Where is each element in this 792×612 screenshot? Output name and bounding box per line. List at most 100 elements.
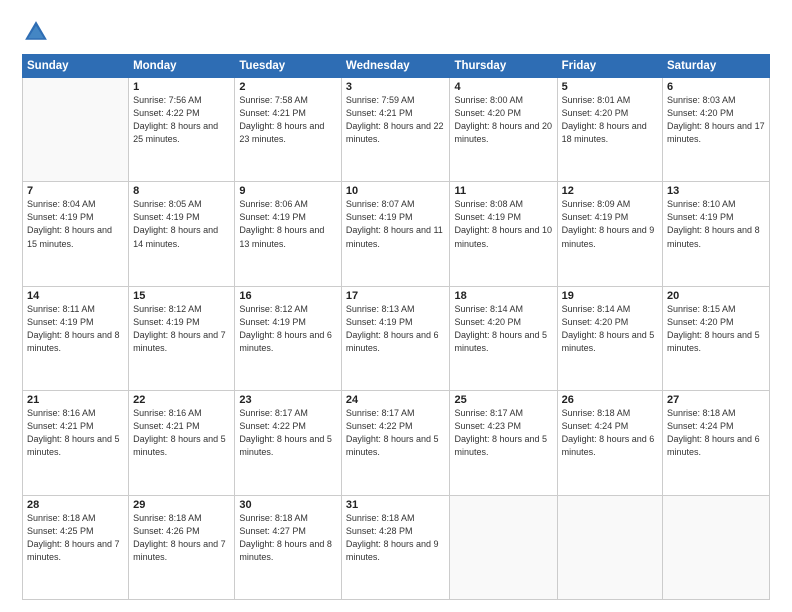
day-number: 28	[27, 499, 124, 511]
day-number: 1	[133, 81, 230, 93]
weekday-header-friday: Friday	[557, 55, 662, 78]
calendar-day-cell: 12Sunrise: 8:09 AMSunset: 4:19 PMDayligh…	[557, 182, 662, 286]
calendar-day-cell: 19Sunrise: 8:14 AMSunset: 4:20 PMDayligh…	[557, 286, 662, 390]
day-number: 29	[133, 499, 230, 511]
weekday-header-wednesday: Wednesday	[341, 55, 450, 78]
calendar-day-cell: 23Sunrise: 8:17 AMSunset: 4:22 PMDayligh…	[235, 391, 342, 495]
calendar-week-row: 7Sunrise: 8:04 AMSunset: 4:19 PMDaylight…	[23, 182, 770, 286]
day-info: Sunrise: 8:15 AMSunset: 4:20 PMDaylight:…	[667, 303, 765, 355]
day-number: 25	[454, 394, 552, 406]
weekday-header-thursday: Thursday	[450, 55, 557, 78]
day-number: 11	[454, 185, 552, 197]
calendar-day-cell: 1Sunrise: 7:56 AMSunset: 4:22 PMDaylight…	[129, 78, 235, 182]
day-info: Sunrise: 8:04 AMSunset: 4:19 PMDaylight:…	[27, 198, 124, 250]
day-number: 15	[133, 290, 230, 302]
calendar-day-cell: 16Sunrise: 8:12 AMSunset: 4:19 PMDayligh…	[235, 286, 342, 390]
day-info: Sunrise: 8:12 AMSunset: 4:19 PMDaylight:…	[133, 303, 230, 355]
day-info: Sunrise: 8:17 AMSunset: 4:22 PMDaylight:…	[239, 407, 337, 459]
day-number: 16	[239, 290, 337, 302]
weekday-header-row: SundayMondayTuesdayWednesdayThursdayFrid…	[23, 55, 770, 78]
day-number: 20	[667, 290, 765, 302]
day-info: Sunrise: 8:16 AMSunset: 4:21 PMDaylight:…	[133, 407, 230, 459]
calendar-day-cell: 18Sunrise: 8:14 AMSunset: 4:20 PMDayligh…	[450, 286, 557, 390]
calendar-day-cell: 10Sunrise: 8:07 AMSunset: 4:19 PMDayligh…	[341, 182, 450, 286]
day-number: 7	[27, 185, 124, 197]
calendar-day-cell: 27Sunrise: 8:18 AMSunset: 4:24 PMDayligh…	[663, 391, 770, 495]
day-number: 17	[346, 290, 446, 302]
calendar-day-cell: 3Sunrise: 7:59 AMSunset: 4:21 PMDaylight…	[341, 78, 450, 182]
calendar-day-cell: 4Sunrise: 8:00 AMSunset: 4:20 PMDaylight…	[450, 78, 557, 182]
day-number: 8	[133, 185, 230, 197]
day-number: 9	[239, 185, 337, 197]
day-info: Sunrise: 8:17 AMSunset: 4:22 PMDaylight:…	[346, 407, 446, 459]
weekday-header-saturday: Saturday	[663, 55, 770, 78]
day-number: 26	[562, 394, 658, 406]
day-info: Sunrise: 8:07 AMSunset: 4:19 PMDaylight:…	[346, 198, 446, 250]
day-info: Sunrise: 7:58 AMSunset: 4:21 PMDaylight:…	[239, 94, 337, 146]
calendar-day-cell: 2Sunrise: 7:58 AMSunset: 4:21 PMDaylight…	[235, 78, 342, 182]
day-number: 21	[27, 394, 124, 406]
calendar-day-cell: 6Sunrise: 8:03 AMSunset: 4:20 PMDaylight…	[663, 78, 770, 182]
calendar-day-cell: 17Sunrise: 8:13 AMSunset: 4:19 PMDayligh…	[341, 286, 450, 390]
day-info: Sunrise: 8:18 AMSunset: 4:24 PMDaylight:…	[562, 407, 658, 459]
day-info: Sunrise: 8:18 AMSunset: 4:28 PMDaylight:…	[346, 512, 446, 564]
day-number: 27	[667, 394, 765, 406]
day-number: 4	[454, 81, 552, 93]
day-number: 23	[239, 394, 337, 406]
calendar-day-cell: 20Sunrise: 8:15 AMSunset: 4:20 PMDayligh…	[663, 286, 770, 390]
calendar-day-cell: 30Sunrise: 8:18 AMSunset: 4:27 PMDayligh…	[235, 495, 342, 599]
day-number: 12	[562, 185, 658, 197]
calendar-day-cell: 25Sunrise: 8:17 AMSunset: 4:23 PMDayligh…	[450, 391, 557, 495]
weekday-header-tuesday: Tuesday	[235, 55, 342, 78]
day-number: 5	[562, 81, 658, 93]
day-number: 19	[562, 290, 658, 302]
calendar-day-cell: 28Sunrise: 8:18 AMSunset: 4:25 PMDayligh…	[23, 495, 129, 599]
day-info: Sunrise: 8:01 AMSunset: 4:20 PMDaylight:…	[562, 94, 658, 146]
calendar-day-cell: 29Sunrise: 8:18 AMSunset: 4:26 PMDayligh…	[129, 495, 235, 599]
calendar-day-cell: 22Sunrise: 8:16 AMSunset: 4:21 PMDayligh…	[129, 391, 235, 495]
logo-icon	[22, 18, 50, 46]
day-info: Sunrise: 8:13 AMSunset: 4:19 PMDaylight:…	[346, 303, 446, 355]
calendar-day-cell: 7Sunrise: 8:04 AMSunset: 4:19 PMDaylight…	[23, 182, 129, 286]
day-number: 6	[667, 81, 765, 93]
weekday-header-monday: Monday	[129, 55, 235, 78]
calendar-day-cell: 11Sunrise: 8:08 AMSunset: 4:19 PMDayligh…	[450, 182, 557, 286]
day-number: 10	[346, 185, 446, 197]
day-info: Sunrise: 7:56 AMSunset: 4:22 PMDaylight:…	[133, 94, 230, 146]
day-info: Sunrise: 8:14 AMSunset: 4:20 PMDaylight:…	[562, 303, 658, 355]
day-info: Sunrise: 8:03 AMSunset: 4:20 PMDaylight:…	[667, 94, 765, 146]
calendar-day-cell: 5Sunrise: 8:01 AMSunset: 4:20 PMDaylight…	[557, 78, 662, 182]
day-info: Sunrise: 8:11 AMSunset: 4:19 PMDaylight:…	[27, 303, 124, 355]
day-number: 24	[346, 394, 446, 406]
calendar-day-cell: 26Sunrise: 8:18 AMSunset: 4:24 PMDayligh…	[557, 391, 662, 495]
page-header	[22, 18, 770, 46]
calendar-day-cell: 9Sunrise: 8:06 AMSunset: 4:19 PMDaylight…	[235, 182, 342, 286]
day-number: 3	[346, 81, 446, 93]
day-info: Sunrise: 8:16 AMSunset: 4:21 PMDaylight:…	[27, 407, 124, 459]
calendar-empty-cell	[450, 495, 557, 599]
day-info: Sunrise: 8:00 AMSunset: 4:20 PMDaylight:…	[454, 94, 552, 146]
day-number: 30	[239, 499, 337, 511]
calendar-day-cell: 15Sunrise: 8:12 AMSunset: 4:19 PMDayligh…	[129, 286, 235, 390]
calendar-week-row: 21Sunrise: 8:16 AMSunset: 4:21 PMDayligh…	[23, 391, 770, 495]
calendar-week-row: 28Sunrise: 8:18 AMSunset: 4:25 PMDayligh…	[23, 495, 770, 599]
day-info: Sunrise: 8:08 AMSunset: 4:19 PMDaylight:…	[454, 198, 552, 250]
weekday-header-sunday: Sunday	[23, 55, 129, 78]
calendar-day-cell: 31Sunrise: 8:18 AMSunset: 4:28 PMDayligh…	[341, 495, 450, 599]
day-number: 22	[133, 394, 230, 406]
calendar-table: SundayMondayTuesdayWednesdayThursdayFrid…	[22, 54, 770, 600]
day-info: Sunrise: 8:14 AMSunset: 4:20 PMDaylight:…	[454, 303, 552, 355]
day-info: Sunrise: 8:18 AMSunset: 4:26 PMDaylight:…	[133, 512, 230, 564]
calendar-day-cell: 13Sunrise: 8:10 AMSunset: 4:19 PMDayligh…	[663, 182, 770, 286]
calendar-week-row: 1Sunrise: 7:56 AMSunset: 4:22 PMDaylight…	[23, 78, 770, 182]
logo	[22, 18, 54, 46]
day-info: Sunrise: 8:10 AMSunset: 4:19 PMDaylight:…	[667, 198, 765, 250]
day-info: Sunrise: 8:12 AMSunset: 4:19 PMDaylight:…	[239, 303, 337, 355]
calendar-empty-cell	[557, 495, 662, 599]
day-info: Sunrise: 8:17 AMSunset: 4:23 PMDaylight:…	[454, 407, 552, 459]
calendar-day-cell: 24Sunrise: 8:17 AMSunset: 4:22 PMDayligh…	[341, 391, 450, 495]
day-number: 31	[346, 499, 446, 511]
day-info: Sunrise: 8:18 AMSunset: 4:24 PMDaylight:…	[667, 407, 765, 459]
calendar-week-row: 14Sunrise: 8:11 AMSunset: 4:19 PMDayligh…	[23, 286, 770, 390]
day-info: Sunrise: 8:06 AMSunset: 4:19 PMDaylight:…	[239, 198, 337, 250]
